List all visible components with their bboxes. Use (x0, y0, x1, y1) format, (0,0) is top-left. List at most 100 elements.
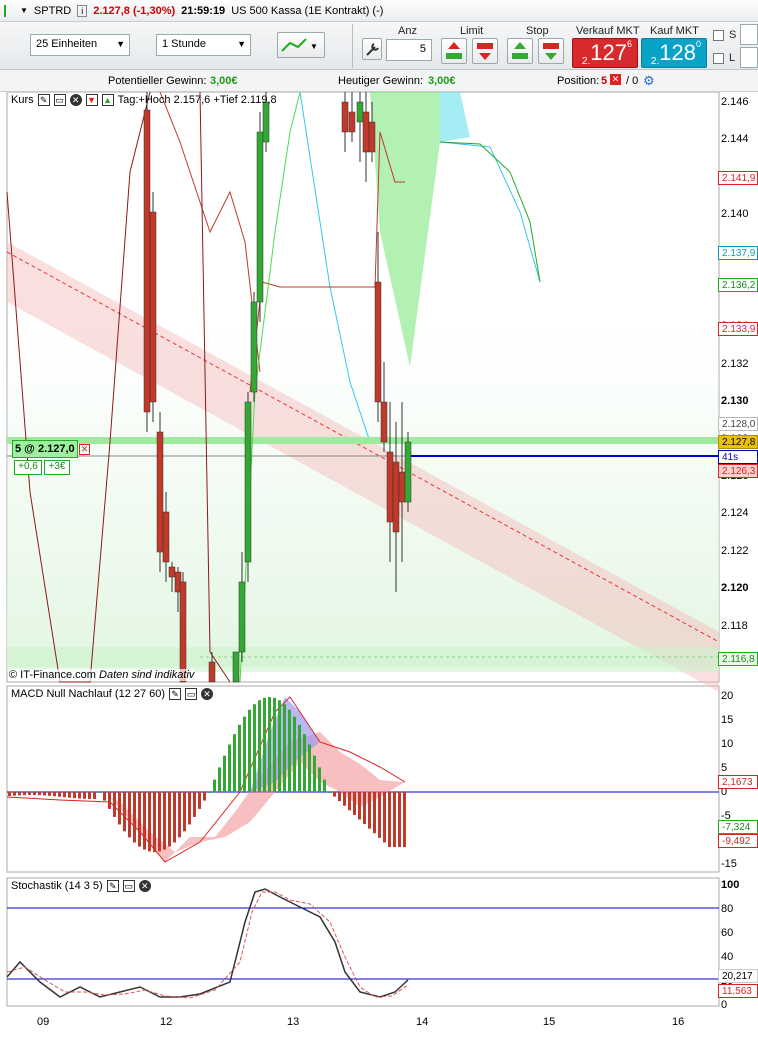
position-line (7, 437, 719, 444)
macd-histogram-bar (198, 792, 201, 809)
window-icon[interactable]: ▭ (53, 94, 66, 106)
macd-histogram-bar (78, 792, 81, 799)
stochastic-axis-tick: 0 (721, 999, 728, 1011)
macd-histogram-bar (273, 697, 276, 792)
units-select[interactable]: 25 Einheiten ▼ (30, 34, 130, 56)
macd-histogram-bar (233, 734, 236, 792)
indicators-button[interactable]: ▼ (277, 32, 325, 58)
limit-buy-button[interactable] (441, 38, 467, 64)
candle-body (262, 101, 270, 143)
macd-histogram-bar (223, 755, 226, 792)
price-axis-tick: 2.118 (721, 619, 748, 632)
price-tag-last: 2.127,8 (718, 435, 758, 449)
macd-histogram-bar (28, 792, 31, 796)
macd-histogram-bar (48, 792, 51, 796)
macd-histogram-bar (13, 792, 16, 796)
macd-histogram-bar (123, 792, 126, 832)
sell-market-button[interactable]: 2.1276 (572, 38, 638, 68)
close-position-icon[interactable]: ✕ (79, 444, 90, 455)
macd-histogram-bar (388, 792, 391, 847)
stop-buy-button[interactable] (507, 38, 533, 64)
data-source-note: © IT-Finance.com Daten sind indikativ (9, 669, 195, 681)
macd-histogram-bar (113, 792, 116, 817)
macd-histogram-bar (143, 792, 146, 850)
position-label: Position: (557, 75, 600, 87)
time-axis-tick: 13 (287, 1016, 300, 1028)
gear-icon[interactable]: ⚙ (643, 73, 655, 89)
macd-histogram-bar (183, 792, 186, 832)
time-axis-tick: 09 (37, 1016, 50, 1028)
stoch-tag-2: 11,563 (718, 984, 758, 998)
sell-price-main: 127 (590, 40, 627, 65)
macd-histogram-bar (208, 792, 211, 793)
macd-histogram-bar (218, 767, 221, 792)
macd-histogram-bar (93, 792, 96, 799)
macd-histogram-bar (253, 704, 256, 792)
arrow-down-icon[interactable]: ▼ (85, 94, 98, 106)
sell-market-label: Verkauf MKT (576, 25, 640, 37)
window-icon[interactable]: ▭ (185, 688, 198, 700)
settings-wrench-button[interactable] (362, 38, 382, 60)
macd-axis-tick: 5 (721, 762, 728, 774)
candle-body (392, 461, 400, 533)
macd-histogram-bar (363, 792, 366, 825)
close-icon[interactable]: ✕ (138, 880, 151, 892)
open-position-tag[interactable]: 5 @ 2.127,0 (12, 440, 78, 458)
macd-histogram-bar (38, 792, 41, 796)
wrench-icon[interactable]: ✎ (106, 880, 119, 892)
macd-histogram-bar (53, 792, 56, 797)
macd-histogram-bar (203, 792, 206, 801)
interval-select-value: 1 Stunde (162, 38, 207, 50)
quantity-input[interactable]: 5 (386, 39, 432, 61)
candle-body (356, 101, 364, 123)
candle-body (250, 301, 258, 393)
s-checkbox[interactable] (713, 30, 724, 41)
candle-body (168, 566, 176, 578)
today-profit-label: Heutiger Gewinn: (338, 75, 423, 87)
buy-market-button[interactable]: 2.1280 (641, 38, 707, 68)
stop-label: Stop (526, 25, 549, 37)
buy-price-main: 128 (659, 40, 696, 65)
s-checkbox-label: S (729, 29, 737, 41)
macd-histogram-bar (148, 792, 151, 852)
candle-body (232, 651, 240, 683)
macd-histogram-bar (258, 700, 261, 792)
stochastic-axis-tick: 40 (721, 951, 734, 963)
macd-histogram-bar (393, 792, 396, 847)
info-icon[interactable]: i (77, 4, 88, 17)
macd-histogram-bar (278, 700, 281, 792)
price-tag-red-3: 2.126,3 (718, 464, 758, 478)
l-checkbox[interactable] (713, 53, 724, 64)
close-icon[interactable]: ✕ (69, 94, 82, 106)
buy-market-label: Kauf MKT (650, 25, 699, 37)
macd-axis-tick: 20 (721, 690, 734, 702)
candle-body (156, 431, 164, 553)
close-position-icon[interactable]: ✕ (610, 74, 621, 85)
macd-histogram-bar (228, 744, 231, 792)
close-icon[interactable]: ✕ (201, 688, 214, 700)
price-axis-tick: 2.132 (721, 357, 749, 370)
stop-sell-button[interactable] (538, 38, 564, 64)
limit-sell-button[interactable] (472, 38, 498, 64)
macd-histogram-bar (288, 709, 291, 792)
wrench-icon[interactable]: ✎ (37, 94, 50, 106)
l-checkbox-label: L (729, 52, 736, 64)
l-quantity-input[interactable] (740, 47, 758, 68)
chevron-down-icon[interactable]: ▼ (20, 6, 28, 15)
stochastic-axis-tick: 100 (721, 879, 740, 891)
candle-body (149, 211, 157, 403)
macd-histogram-bar (353, 792, 356, 815)
stochastic-axis-tick: 60 (721, 927, 734, 939)
macd-histogram-bar (8, 792, 11, 797)
interval-select[interactable]: 1 Stunde ▼ (156, 34, 251, 56)
limit-sell-icon (477, 43, 493, 60)
arrow-up-icon[interactable]: ▲ (101, 94, 114, 106)
wrench-icon[interactable]: ✎ (169, 688, 182, 700)
candle-body (179, 581, 187, 683)
candle-body (380, 401, 388, 443)
candle-chart-icon (4, 4, 14, 17)
limit-label: Limit (460, 25, 484, 37)
s-quantity-input[interactable] (740, 24, 758, 45)
window-icon[interactable]: ▭ (122, 880, 135, 892)
chart-area[interactable] (0, 92, 758, 1043)
